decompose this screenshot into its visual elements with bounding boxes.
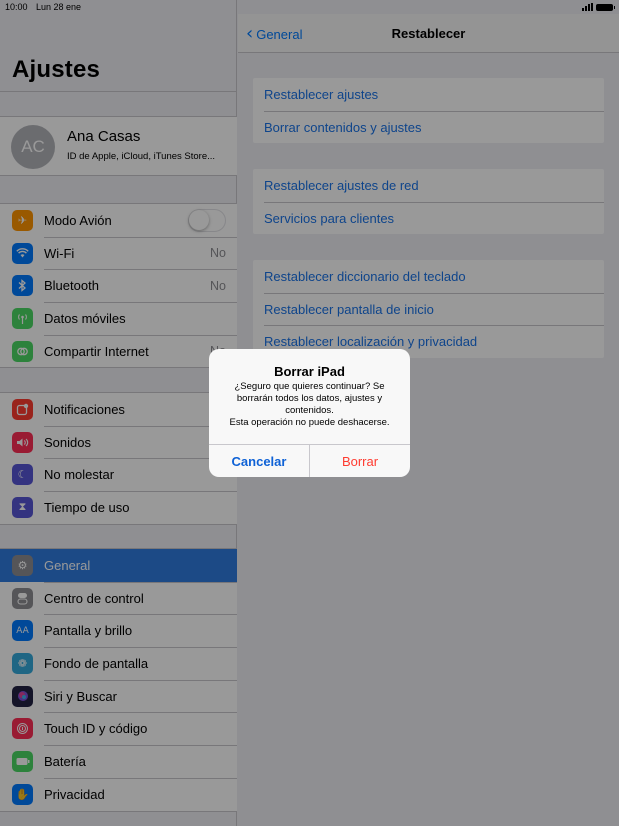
battery-status-icon (596, 3, 615, 11)
alert-message-line: contenidos. (285, 405, 334, 416)
erase-button[interactable]: Borrar (310, 445, 410, 477)
signal-icon (582, 3, 593, 11)
alert-message-line: Esta operación no puede deshacerse. (229, 417, 390, 428)
alert-title: Borrar iPad (274, 364, 345, 379)
alert-buttons: Cancelar Borrar (209, 444, 410, 477)
cancel-button[interactable]: Cancelar (209, 445, 310, 477)
status-bar: 10:00 Lun 28 ene (0, 0, 619, 14)
alert-message-line: borrarán todos los datos, ajustes y (236, 393, 383, 404)
status-indicators (582, 3, 615, 11)
status-time: 10:00 (5, 2, 28, 12)
erase-ipad-alert: Borrar iPad ¿Seguro que quieres continua… (209, 349, 410, 477)
status-date: Lun 28 ene (36, 2, 82, 12)
alert-message-line: ¿Seguro que quieres continuar? Se (234, 381, 385, 392)
alert-message: ¿Seguro que quieres continuar? Se borrar… (217, 381, 402, 429)
